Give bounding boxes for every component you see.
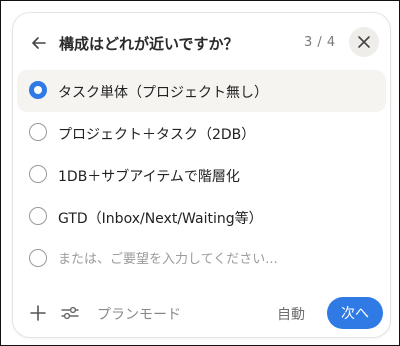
option-label: GTD（Inbox/Next/Waiting等） (58, 211, 263, 227)
sliders-icon (61, 306, 79, 320)
option-custom[interactable] (17, 238, 386, 280)
question-title: 構成はどれが近いですか？ (59, 35, 239, 53)
screenshot-frame: 構成はどれが近いですか？ 3 / 4 タスク単体（プロジェクト無し） プロジェク… (0, 0, 400, 346)
plus-icon (30, 305, 46, 321)
arrow-left-icon (32, 37, 46, 49)
radio-unselected[interactable] (29, 249, 47, 267)
auto-mode-button[interactable]: 自動 (277, 304, 305, 324)
question-card: 構成はどれが近いですか？ 3 / 4 タスク単体（プロジェクト無し） プロジェク… (12, 12, 391, 338)
add-button[interactable] (27, 302, 49, 324)
option-project-task[interactable]: プロジェクト＋タスク（2DB） (17, 112, 386, 154)
close-button[interactable] (349, 27, 379, 57)
settings-button[interactable] (59, 302, 81, 324)
radio-unselected[interactable] (29, 207, 47, 225)
step-counter: 3 / 4 (304, 35, 336, 50)
back-button[interactable] (27, 31, 51, 55)
radio-selected[interactable] (29, 81, 47, 99)
radio-unselected[interactable] (29, 165, 47, 183)
option-label: 1DB＋サブアイテムで階層化 (58, 169, 240, 185)
plan-mode-toggle[interactable]: プランモード (97, 304, 181, 324)
radio-unselected[interactable] (29, 123, 47, 141)
card-footer: プランモード 自動 次へ (13, 297, 390, 329)
custom-answer-input[interactable] (58, 248, 373, 270)
next-button[interactable]: 次へ (327, 297, 383, 329)
option-label: プロジェクト＋タスク（2DB） (58, 127, 256, 143)
card-header: 構成はどれが近いですか？ 3 / 4 (13, 27, 390, 59)
option-label: タスク単体（プロジェクト無し） (58, 85, 268, 101)
option-one-db-subitems[interactable]: 1DB＋サブアイテムで階層化 (17, 154, 386, 196)
option-task-only[interactable]: タスク単体（プロジェクト無し） (17, 70, 386, 112)
option-list: タスク単体（プロジェクト無し） プロジェクト＋タスク（2DB） 1DB＋サブアイ… (17, 70, 386, 280)
option-gtd[interactable]: GTD（Inbox/Next/Waiting等） (17, 196, 386, 238)
close-icon (358, 36, 370, 48)
